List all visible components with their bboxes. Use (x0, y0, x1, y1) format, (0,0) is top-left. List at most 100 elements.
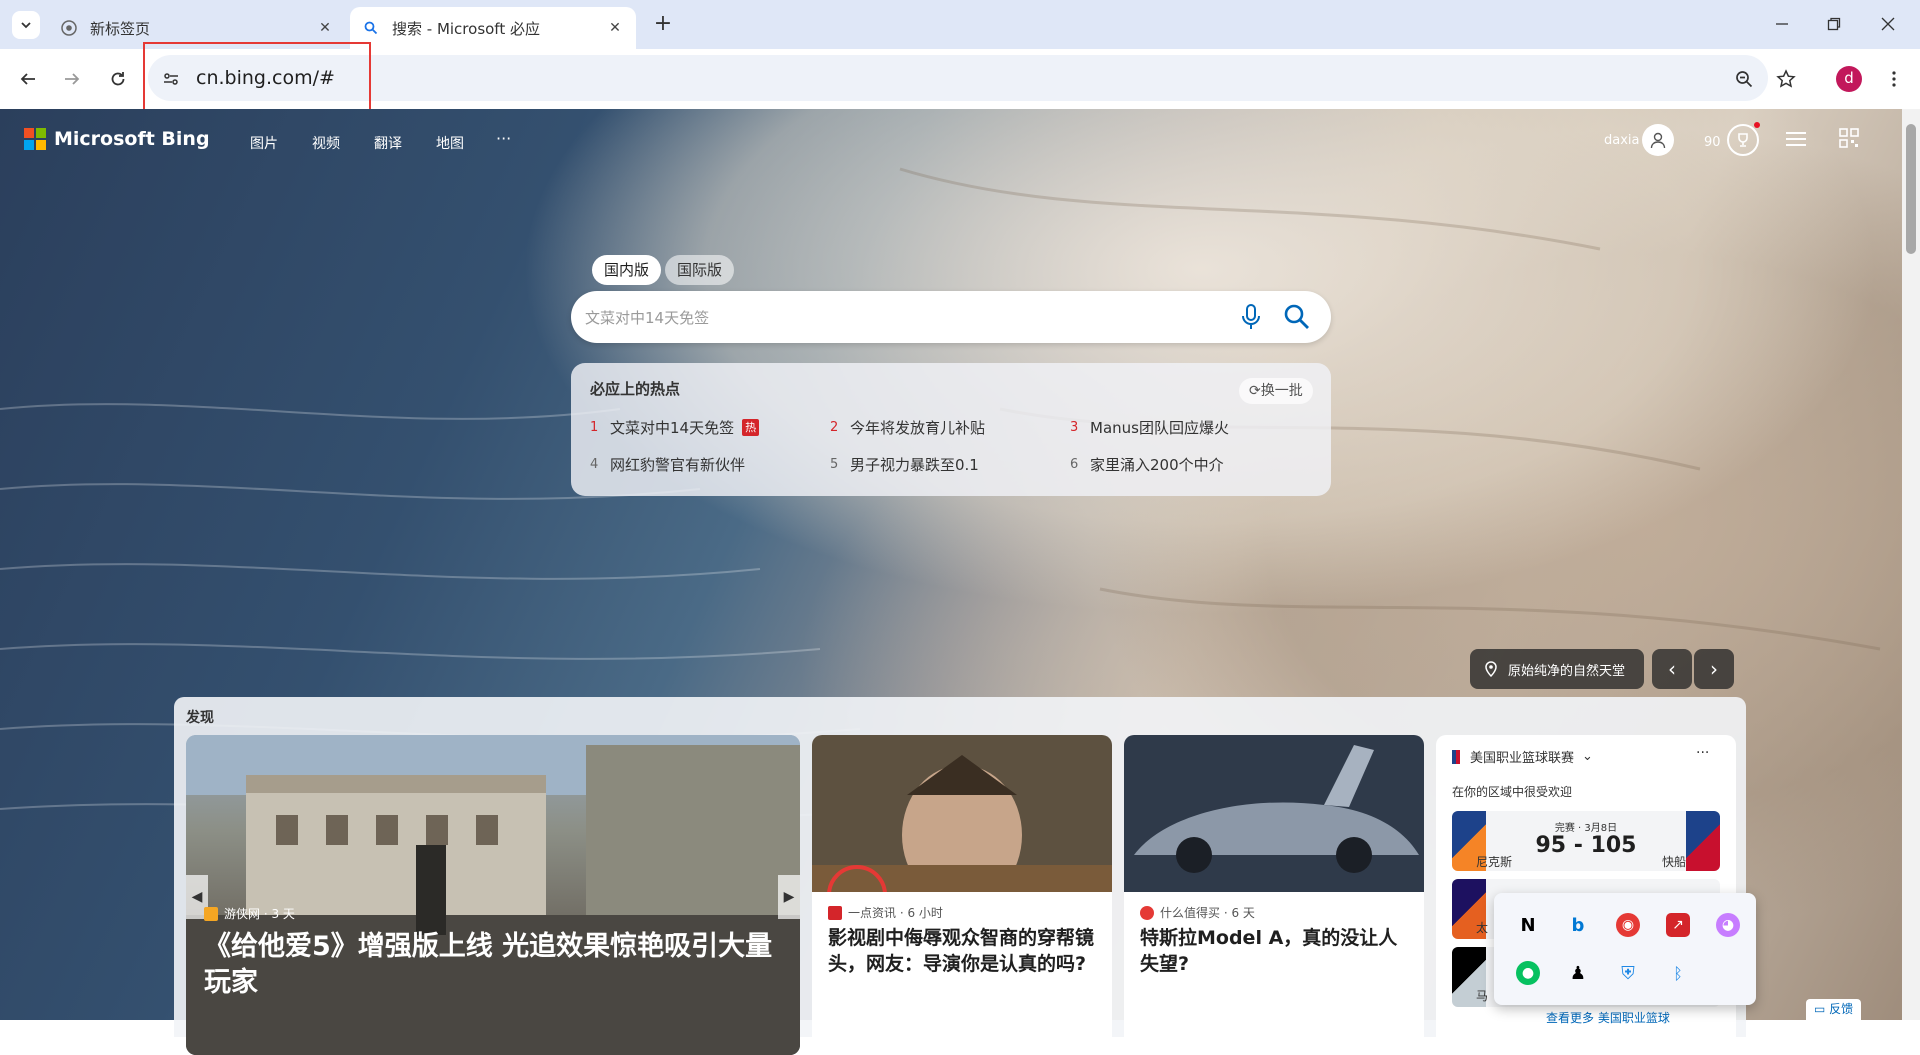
news-title[interactable]: 《给他爱5》增强版上线 光追效果惊艳吸引大量玩家 (204, 929, 782, 1001)
nav-maps[interactable]: 地图 (436, 133, 464, 153)
cat-app-icon[interactable]: ◕ (1716, 913, 1740, 937)
bookmark-button[interactable] (1772, 65, 1800, 93)
next-image-button[interactable]: › (1694, 649, 1734, 689)
address-bar[interactable] (148, 55, 1768, 101)
feedback-button[interactable]: ▭ 反馈 (1806, 999, 1862, 1020)
close-icon[interactable]: ✕ (606, 19, 624, 37)
more-vert-icon (1892, 71, 1896, 87)
chevron-right-icon: ▶ (783, 889, 795, 905)
close-window-button[interactable] (1874, 12, 1902, 36)
restore-button[interactable] (1820, 12, 1848, 36)
search-icon[interactable] (1283, 303, 1311, 331)
tab-title: 新标签页 (90, 19, 151, 38)
home-team: 尼克斯 (1476, 855, 1513, 869)
nba-header[interactable]: 美国职业篮球联赛 ⌄ (1452, 747, 1593, 766)
news-source: 一点资讯 · 6 小时 (828, 904, 943, 921)
bing-logo[interactable]: Microsoft Bing (24, 128, 210, 150)
qr-code-icon[interactable] (1839, 128, 1859, 148)
trending-item[interactable]: 1 文菜对中14天免签 热 (590, 417, 760, 438)
trending-item[interactable]: 6 家里涌入200个中介 (1070, 454, 1224, 475)
news-card-featured[interactable]: ◀ ▶ 游侠网 · 3 天 《给他爱5》增强版上线 光追效果惊艳吸引大量玩家 (186, 735, 800, 1055)
arrow-right-icon (65, 73, 80, 85)
reload-button[interactable] (104, 65, 132, 93)
wechat-icon[interactable]: ● (1516, 961, 1540, 985)
app-tray-popup: N b ◉ ↗ ◕ ● ♟ ⛨ ᛒ (1494, 893, 1756, 1005)
more-options-icon[interactable]: ··· (1696, 745, 1709, 761)
news-source: 游侠网 · 3 天 (204, 905, 295, 922)
news-source: 什么值得买 · 6 天 (1140, 904, 1255, 921)
chevron-left-icon: ◀ (191, 889, 203, 905)
chevron-down-icon: ⌄ (1582, 749, 1593, 764)
feedback-icon: ▭ (1814, 1002, 1826, 1016)
tab-international[interactable]: 国际版 (665, 255, 735, 285)
hot-badge: 热 (742, 419, 760, 436)
chrome-icon (60, 19, 78, 37)
tab-bing-search[interactable]: 搜索 - Microsoft 必应 ✕ (350, 7, 636, 49)
game-screenshot-image (186, 735, 800, 1055)
carousel-next-button[interactable]: ▶ (778, 875, 800, 919)
search-box[interactable]: 文菜对中14天免签 (571, 291, 1331, 343)
star-icon (1776, 69, 1796, 88)
trending-item[interactable]: 2 今年将发放育儿补贴 (830, 417, 985, 438)
reload-icon (111, 72, 125, 86)
notion-icon[interactable]: N (1516, 913, 1540, 937)
nav-translate[interactable]: 翻译 (374, 133, 402, 153)
news-image (1124, 735, 1424, 892)
zoom-icon (1736, 71, 1753, 88)
bluetooth-icon[interactable]: ᛒ (1666, 961, 1690, 985)
nav-more[interactable]: ··· (496, 129, 511, 148)
refresh-trending-button[interactable]: ⟳换一批 (1239, 378, 1313, 404)
source-logo-icon (1140, 905, 1154, 920)
trending-item[interactable]: 5 男子视力暴跌至0.1 (830, 454, 979, 475)
tab-search-button[interactable] (12, 11, 40, 39)
image-location-button[interactable]: 原始纯净的自然天堂 (1470, 649, 1644, 689)
rewards-points[interactable]: 90 (1704, 135, 1721, 150)
trophy-icon (1738, 133, 1748, 147)
new-tab-button[interactable]: + (650, 12, 676, 38)
search-input[interactable]: 文菜对中14天免签 (585, 307, 709, 328)
nba-more-link[interactable]: 查看更多 美国职业篮球 (1546, 1009, 1670, 1026)
notification-dot (1754, 122, 1760, 128)
prev-image-button[interactable]: ‹ (1652, 649, 1692, 689)
scrollbar-thumb[interactable] (1906, 124, 1916, 254)
close-icon[interactable]: ✕ (316, 19, 334, 37)
game-score-row[interactable]: 完赛 · 3月8日 95 - 105 尼克斯 快船 (1452, 811, 1720, 871)
news-title[interactable]: 特斯拉Model A，真的没让人失望? (1140, 925, 1410, 977)
trending-panel: 必应上的热点 ⟳换一批 1 文菜对中14天免签 热 2 今年将发放育儿补贴 3 … (571, 363, 1331, 496)
refresh-icon: ⟳ (1249, 383, 1261, 399)
minimize-button[interactable] (1768, 12, 1796, 36)
chevron-down-icon (21, 22, 31, 29)
hamburger-menu-icon[interactable] (1785, 130, 1807, 148)
qq-icon[interactable]: ♟ (1566, 961, 1590, 985)
search-icon (362, 19, 380, 37)
trending-item[interactable]: 4 网红豹警官有新伙伴 (590, 454, 745, 475)
person-icon (1650, 132, 1666, 149)
browser-window: 新标签页 ✕ 搜索 - Microsoft 必应 ✕ + cn.bing.com… (0, 0, 1920, 1055)
zoom-button[interactable] (1730, 65, 1758, 93)
user-name[interactable]: daxia (1604, 133, 1640, 148)
profile-avatar[interactable]: d (1836, 66, 1862, 92)
tab-domestic[interactable]: 国内版 (592, 255, 662, 285)
back-button[interactable] (14, 65, 42, 93)
rewards-button[interactable] (1727, 124, 1759, 156)
nav-images[interactable]: 图片 (250, 133, 278, 153)
avatar[interactable] (1642, 124, 1674, 156)
news-image (812, 735, 1112, 892)
microphone-icon[interactable] (1239, 303, 1263, 331)
security-shield-icon[interactable]: ⛨ (1616, 961, 1640, 985)
news-card[interactable]: 什么值得买 · 6 天 特斯拉Model A，真的没让人失望? (1124, 735, 1424, 1055)
minimize-icon (1776, 23, 1788, 25)
trending-title: 必应上的热点 (590, 380, 681, 398)
nba-subtitle: 在你的区域中很受欢迎 (1452, 785, 1573, 799)
trending-item[interactable]: 3 Manus团队回应爆火 (1070, 417, 1229, 438)
menu-button[interactable] (1880, 65, 1908, 93)
netease-music-icon[interactable]: ◉ (1616, 913, 1640, 937)
game-score: 95 - 105 (1535, 833, 1637, 858)
forward-button[interactable] (58, 65, 86, 93)
news-card[interactable]: 一点资讯 · 6 小时 影视剧中侮辱观众智商的穿帮镜头，网友：导演你是认真的吗? (812, 735, 1112, 1055)
nav-videos[interactable]: 视频 (312, 133, 340, 153)
bing-icon[interactable]: b (1566, 913, 1590, 937)
away-team: 快船 (1662, 855, 1687, 869)
app-icon[interactable]: ↗ (1666, 913, 1690, 937)
news-title[interactable]: 影视剧中侮辱观众智商的穿帮镜头，网友：导演你是认真的吗? (828, 925, 1098, 977)
